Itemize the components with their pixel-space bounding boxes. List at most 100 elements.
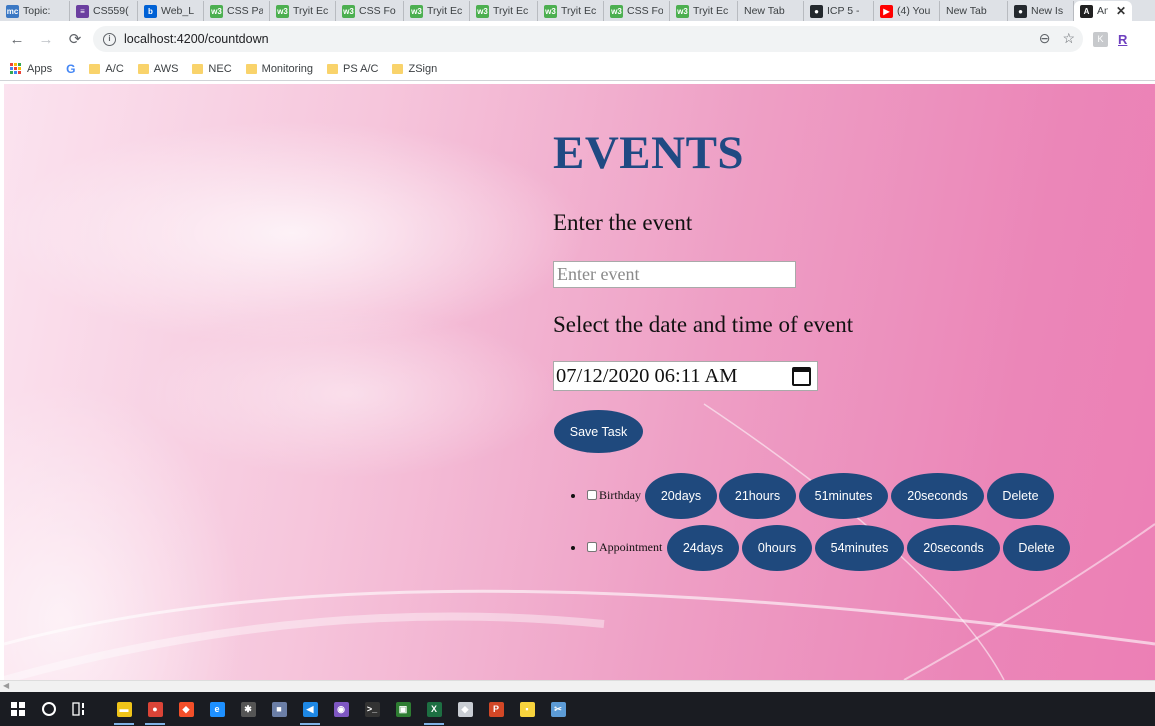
back-arrow-icon[interactable]: ← [5, 27, 29, 51]
browser-tab-strip: mc Topic: ≡ CS559(b Web_L w3 CSS Pa w3 Tryit Ec w… [0, 0, 1155, 21]
browser-tab[interactable]: w3 Tryit Ec [270, 1, 336, 21]
tab-label: (4) You [897, 5, 931, 17]
browser-tab[interactable]: ▶ (4) You [874, 1, 940, 21]
taskbar-item[interactable]: >_ [360, 696, 384, 722]
tab-label: CS559( [93, 5, 129, 17]
taskbar-item[interactable]: P [484, 696, 508, 722]
taskbar-item[interactable]: e [205, 696, 229, 722]
taskbar-item[interactable]: ◉ [329, 696, 353, 722]
event-checkbox[interactable] [587, 490, 597, 500]
taskbar-item[interactable]: X [422, 696, 446, 725]
taskbar-item[interactable]: ◀ [298, 696, 322, 725]
bookmark-google[interactable]: G [66, 62, 75, 76]
tab-label: Tryit Ec [493, 5, 529, 17]
taskbar-item[interactable]: ✂ [546, 696, 570, 722]
paint-icon: ◆ [457, 701, 473, 717]
scroll-left-icon[interactable]: ◀ [3, 681, 9, 690]
browser-tab[interactable]: A An ✕ [1074, 1, 1132, 21]
browser-tab[interactable]: w3 Tryit Ec [470, 1, 538, 21]
tab-label: Web_L [161, 5, 195, 17]
tab-label: Tryit Ec [293, 5, 329, 17]
taskbar-item[interactable]: ✱ [236, 696, 260, 722]
bookmark-label: A/C [105, 62, 124, 75]
browser-tab[interactable]: w3 Tryit Ec [670, 1, 738, 21]
bookmark-folder[interactable]: ZSign [392, 63, 437, 75]
save-task-button[interactable]: Save Task [554, 410, 643, 453]
browser-tab[interactable]: w3 CSS Fo [336, 1, 404, 21]
task-view-icon[interactable] [68, 696, 92, 722]
browser-tab[interactable]: ● New Is [1008, 1, 1074, 21]
search-circle-icon[interactable] [37, 696, 61, 722]
days-button[interactable]: 20days [645, 473, 717, 519]
bookmark-apps[interactable]: Apps [10, 62, 52, 75]
extension-r-icon[interactable]: R [1118, 32, 1127, 47]
bookmark-folder[interactable]: Monitoring [245, 62, 314, 75]
chrome-icon: ● [147, 701, 163, 717]
tab-label: CSS Fo [359, 5, 396, 17]
w3-icon: w3 [276, 4, 289, 18]
calendar-icon[interactable] [792, 367, 811, 386]
taskbar-item[interactable]: ● [143, 696, 167, 725]
bookmark-label: Monitoring [261, 62, 314, 75]
event-input[interactable] [553, 261, 796, 288]
taskbar-item[interactable]: ▣ [391, 696, 415, 722]
tab-label: New Tab [744, 5, 785, 17]
days-button[interactable]: 24days [667, 525, 739, 571]
taskbar-item[interactable]: ◆ [174, 696, 198, 722]
bookmark-folder[interactable]: A/C [89, 62, 124, 75]
address-bar[interactable]: i localhost:4200/countdown ⊖ ☆ [93, 26, 1083, 52]
hours-button[interactable]: 0hours [742, 525, 812, 571]
settings-icon: ✱ [240, 701, 256, 717]
bookmark-label: NEC [208, 62, 232, 75]
browser-tab[interactable]: b Web_L [138, 1, 204, 21]
date-time-input[interactable]: 07/12/2020 06:11 AM [553, 361, 818, 391]
zoom-icon[interactable]: ⊖ [1039, 30, 1051, 47]
folder-icon [245, 63, 257, 74]
seconds-button[interactable]: 20seconds [907, 525, 1000, 571]
browser-tab[interactable]: New Tab [738, 1, 804, 21]
forward-arrow-icon[interactable]: → [34, 27, 58, 51]
minutes-button[interactable]: 54minutes [815, 525, 904, 571]
tab-label: CSS Pa [227, 5, 263, 17]
horizontal-scrollbar[interactable]: ◀ [0, 680, 1155, 692]
browser-tab[interactable]: ● ICP 5 - [804, 1, 874, 21]
browser-tab[interactable]: ≡ CS559( [70, 1, 138, 21]
windows-start-icon[interactable] [6, 696, 30, 722]
hours-button[interactable]: 21hours [719, 473, 796, 519]
reload-icon[interactable]: ⟳ [63, 27, 87, 51]
bookmark-label: AWS [153, 62, 179, 75]
list-icon: ≡ [76, 4, 89, 18]
extension-icon[interactable]: K [1093, 31, 1108, 47]
date-time-value: 07/12/2020 06:11 AM [556, 364, 738, 387]
info-icon[interactable]: i [103, 32, 116, 46]
taskbar-item[interactable]: ▪ [515, 696, 539, 722]
browser-tab[interactable]: w3 Tryit Ec [538, 1, 604, 21]
browser-tab[interactable]: w3 CSS Fo [604, 1, 670, 21]
event-checkbox[interactable] [587, 542, 597, 552]
delete-button[interactable]: Delete [987, 473, 1054, 519]
taskbar-item[interactable]: ◆ [453, 696, 477, 722]
tab-label: Topic: [23, 5, 51, 17]
taskbar-item[interactable]: ■ [267, 696, 291, 722]
taskbar-item[interactable]: ▬ [112, 696, 136, 725]
delete-button[interactable]: Delete [1003, 525, 1070, 571]
github-icon: ● [810, 4, 823, 18]
bookmark-label: ZSign [408, 62, 438, 75]
tab-label: Tryit Ec [561, 5, 597, 17]
browser-tab[interactable]: mc Topic: [0, 1, 70, 21]
minutes-button[interactable]: 51minutes [799, 473, 888, 519]
bookmark-folder[interactable]: AWS [137, 62, 179, 75]
bookmark-folder[interactable]: NEC [192, 62, 232, 75]
folder-icon [327, 63, 339, 74]
excel-icon: X [426, 701, 442, 717]
bookmark-folder[interactable]: PS A/C [327, 63, 378, 75]
browser-tab[interactable]: w3 Tryit Ec [404, 1, 470, 21]
date-label: Select the date and time of event [553, 312, 854, 337]
folder-icon [392, 63, 404, 74]
close-tab-icon[interactable]: ✕ [1116, 4, 1126, 18]
bookmarks-bar: Apps G A/C AWS NEC Monitoring PS A/C ZSign [0, 57, 1155, 81]
seconds-button[interactable]: 20seconds [891, 473, 984, 519]
browser-tab[interactable]: New Tab [940, 1, 1008, 21]
browser-tab[interactable]: w3 CSS Pa [204, 1, 270, 21]
star-icon[interactable]: ☆ [1062, 30, 1075, 47]
